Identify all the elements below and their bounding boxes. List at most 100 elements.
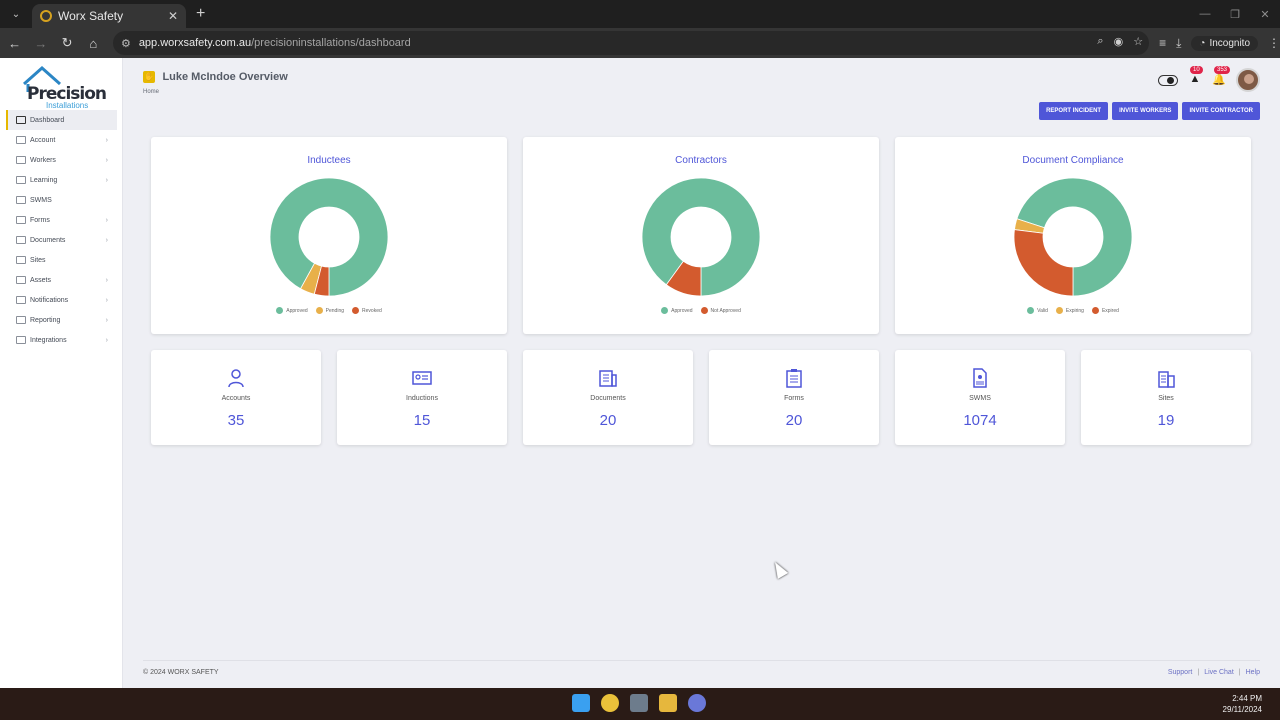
legend-item[interactable]: Expiring	[1055, 307, 1084, 314]
theme-toggle[interactable]	[1158, 74, 1178, 86]
alerts-badge: 10	[1190, 66, 1203, 74]
wave-icon: ✋	[143, 70, 155, 83]
back-icon[interactable]: ←	[3, 36, 26, 51]
user-icon	[228, 369, 244, 388]
sidebar-item-sites[interactable]: Sites	[6, 250, 117, 270]
new-tab-button[interactable]: +	[196, 5, 205, 23]
sidebar-item-label: SWMS	[30, 196, 52, 204]
sidebar-item-account[interactable]: Account ›	[6, 130, 117, 150]
tracking-icon[interactable]: ◉	[1114, 35, 1124, 48]
report-incident-button[interactable]: REPORT INCIDENT	[1039, 102, 1109, 120]
reading-list-icon[interactable]: ≡	[1159, 36, 1166, 50]
calculator-icon[interactable]	[630, 694, 648, 712]
stat-card-inductions[interactable]: Inductions 15	[337, 350, 507, 445]
tab-close-icon[interactable]: ✕	[168, 9, 178, 23]
sidebar-item-label: Dashboard	[30, 116, 65, 124]
avatar[interactable]	[1236, 68, 1260, 92]
legend-item[interactable]: Approved	[661, 307, 693, 314]
sidebar-item-reporting[interactable]: Reporting ›	[6, 310, 117, 330]
file-explorer-icon[interactable]	[659, 694, 677, 712]
logo-sub-text: Installations	[46, 101, 89, 110]
stat-card-forms[interactable]: Forms 20	[709, 350, 879, 445]
chrome-icon[interactable]	[601, 694, 619, 712]
sidebar-item-documents[interactable]: Documents ›	[6, 230, 117, 250]
contractors-card: Contractors Approved Not Approved	[523, 137, 879, 334]
taskbar: 2:44 PM 29/11/2024	[0, 688, 1280, 720]
chevron-right-icon: ›	[105, 316, 108, 324]
live-chat-link[interactable]: Live Chat	[1204, 669, 1234, 676]
sidebar-item-forms[interactable]: Forms ›	[6, 210, 117, 230]
restore-icon[interactable]: ❐	[1220, 8, 1250, 21]
legend-item[interactable]: Not Approved	[700, 307, 741, 314]
zoom-icon[interactable]: ⌕	[1097, 35, 1103, 48]
sidebar-item-workers[interactable]: Workers ›	[6, 150, 117, 170]
legend-label: Approved	[286, 307, 308, 314]
bell-icon[interactable]: 🔔 353	[1212, 66, 1231, 87]
sidebar-item-dashboard[interactable]: Dashboard	[6, 110, 117, 130]
precision-logo[interactable]: Precision Installations	[22, 66, 107, 110]
legend-label: Revoked	[362, 307, 382, 314]
site-favicon-icon	[40, 10, 52, 22]
action-buttons: REPORT INCIDENT INVITE WORKERS INVITE CO…	[1039, 102, 1260, 120]
legend-item[interactable]: Pending	[315, 307, 344, 314]
stat-value: 20	[785, 412, 803, 429]
sidebar-item-notifications[interactable]: Notifications ›	[6, 290, 117, 310]
sidebar-item-label: Forms	[30, 216, 50, 224]
stat-card-sites[interactable]: Sites 19	[1081, 350, 1251, 445]
sidebar-item-swms[interactable]: SWMS	[6, 190, 117, 210]
sidebar-item-integrations[interactable]: Integrations ›	[6, 330, 117, 350]
documents-icon	[16, 236, 26, 244]
browser-menu-icon[interactable]: ⋮	[1268, 36, 1280, 50]
incognito-label: Incognito	[1209, 37, 1251, 49]
legend-swatch	[352, 307, 360, 314]
browser-tab[interactable]: Worx Safety ✕	[32, 4, 186, 28]
legend-label: Expiring	[1065, 307, 1084, 314]
legend-item[interactable]: Revoked	[352, 307, 382, 314]
help-link[interactable]: Help	[1246, 669, 1260, 676]
stat-card-swms[interactable]: SWMS 1074	[895, 350, 1065, 445]
sidebar-item-assets[interactable]: Assets ›	[6, 270, 117, 290]
invite-contractor-button[interactable]: INVITE CONTRACTOR	[1182, 102, 1260, 120]
reload-icon[interactable]: ↻	[55, 35, 78, 51]
legend-item[interactable]: Approved	[276, 307, 308, 314]
slice-expired[interactable]	[1013, 229, 1074, 297]
legend-swatch	[315, 307, 323, 314]
incognito-indicator[interactable]: ◔ Incognito	[1191, 35, 1259, 51]
legend-label: Approved	[671, 307, 693, 314]
sites-icon	[16, 256, 26, 264]
footer-separator: |	[1238, 669, 1241, 676]
invite-workers-button[interactable]: INVITE WORKERS	[1112, 102, 1179, 120]
documents-icon	[599, 370, 617, 387]
tab-search-icon[interactable]: ⌄	[4, 4, 28, 24]
breadcrumb[interactable]: Home	[143, 89, 288, 95]
download-icon[interactable]: ⤓	[1176, 36, 1181, 51]
stat-card-documents[interactable]: Documents 20	[523, 350, 693, 445]
address-bar[interactable]: ⚙ app.worxsafety.com.au/precisioninstall…	[112, 31, 1150, 55]
site-info-icon[interactable]: ⚙	[121, 37, 131, 50]
legend-item[interactable]: Expired	[1091, 307, 1119, 314]
stat-card-accounts[interactable]: Accounts 35	[151, 350, 321, 445]
close-window-icon[interactable]: ✕	[1250, 8, 1280, 21]
contractors-donut	[641, 177, 761, 297]
page-header: ✋ Luke McIndoe Overview Home	[143, 68, 288, 95]
compliance-donut	[1013, 177, 1133, 297]
sidebar-item-label: Learning	[30, 176, 58, 184]
inductees-legend: Approved Pending Revoked	[151, 307, 507, 314]
sidebar-item-label: Sites	[30, 256, 46, 264]
legend-item[interactable]: Valid	[1027, 307, 1048, 314]
legend-swatch	[700, 307, 708, 314]
stat-label: Accounts	[221, 395, 251, 402]
bookmark-star-icon[interactable]: ☆	[1133, 35, 1143, 48]
main-content: ✋ Luke McIndoe Overview Home ▲ 10 🔔 353 RE…	[123, 58, 1280, 688]
minimize-icon[interactable]: —	[1190, 8, 1220, 20]
legend-label: Valid	[1037, 307, 1048, 314]
system-clock[interactable]: 2:44 PM 29/11/2024	[1223, 693, 1262, 715]
sidebar-item-learning[interactable]: Learning ›	[6, 170, 117, 190]
settings-app-icon[interactable]	[688, 694, 706, 712]
windows-start-icon[interactable]	[572, 694, 590, 712]
support-link[interactable]: Support	[1168, 669, 1193, 676]
inductees-title: Inductees	[307, 155, 351, 166]
alerts-icon[interactable]: ▲ 10	[1188, 66, 1203, 87]
home-icon[interactable]: ⌂	[82, 36, 105, 51]
forward-icon[interactable]: →	[29, 36, 52, 51]
